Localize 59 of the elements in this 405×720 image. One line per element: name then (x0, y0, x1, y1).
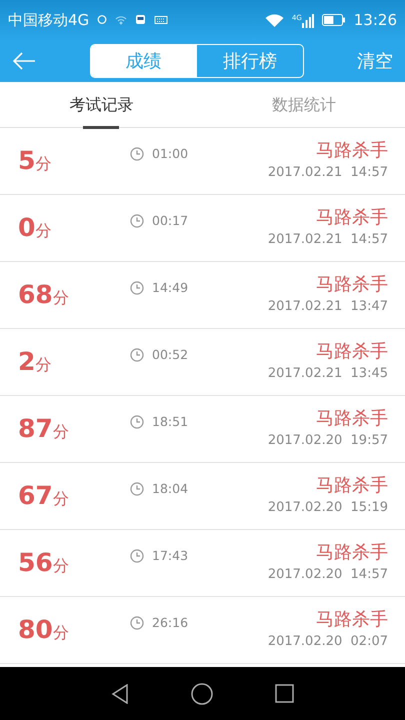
clock-icon (130, 415, 144, 429)
score: 80分 (18, 614, 69, 646)
signal-icon (302, 12, 314, 28)
record-date: 2017.02.20 15:19 (268, 499, 388, 518)
duration: 18:51 (152, 412, 188, 431)
segment-tab[interactable]: 成绩 (90, 45, 196, 77)
recents-icon[interactable] (275, 684, 294, 703)
record-date: 2017.02.20 19:57 (268, 432, 388, 450)
record-date: 2017.02.21 14:57 (268, 164, 388, 182)
clock-time: 13:26 (354, 10, 397, 31)
tab[interactable]: 考试记录 (0, 82, 202, 128)
clock-icon (130, 616, 144, 630)
score: 67分 (18, 480, 69, 512)
duration: 00:52 (152, 346, 188, 364)
tab[interactable]: 数据统计 (202, 82, 405, 128)
duration: 18:04 (152, 480, 188, 498)
wifi-icon (264, 12, 284, 28)
home-icon[interactable] (191, 682, 213, 704)
score: 56分 (18, 547, 69, 580)
record-title: 马路杀手 (315, 474, 388, 498)
score: 0分 (18, 212, 52, 244)
tab-underline (83, 126, 120, 129)
score: 5分 (18, 145, 52, 178)
record-date: 2017.02.21 13:47 (268, 298, 388, 316)
record-title: 马路杀手 (315, 608, 388, 632)
wifi-icon (115, 15, 128, 25)
record-date: 2017.02.21 13:45 (268, 365, 388, 384)
record-title: 马路杀手 (315, 407, 388, 432)
record-title: 马路杀手 (315, 541, 388, 566)
clock-icon (130, 482, 144, 496)
clear-button[interactable]: 清空 (357, 48, 393, 74)
score: 68分 (18, 279, 69, 312)
record-title: 马路杀手 (315, 139, 388, 164)
train-icon (135, 14, 146, 26)
carrier-name: 中国移动4G (8, 10, 90, 31)
duration: 01:00 (152, 144, 188, 163)
record-title: 马路杀手 (315, 206, 388, 230)
record-date: 2017.02.21 14:57 (268, 231, 388, 250)
duration: 00:17 (152, 212, 188, 230)
record-date: 2017.02.20 14:57 (268, 566, 388, 584)
segment-tab[interactable]: 排行榜 (196, 45, 302, 77)
clock-icon (130, 147, 144, 161)
clock-icon (130, 348, 144, 362)
clock-icon (130, 281, 144, 295)
score: 2分 (18, 346, 52, 378)
clock-icon (130, 214, 144, 228)
duration: 26:16 (152, 614, 188, 632)
record-title: 马路杀手 (315, 340, 388, 364)
chat-icon (97, 15, 108, 25)
score: 87分 (18, 413, 69, 446)
clock-icon (130, 549, 144, 563)
duration: 14:49 (152, 278, 188, 297)
back-arrow-icon[interactable] (12, 52, 36, 70)
record-title: 马路杀手 (315, 273, 388, 298)
duration: 17:43 (152, 546, 188, 565)
back-icon[interactable] (111, 684, 129, 704)
record-date: 2017.02.20 02:07 (268, 633, 388, 652)
battery-icon (322, 14, 346, 26)
keyboard-icon (154, 15, 168, 25)
